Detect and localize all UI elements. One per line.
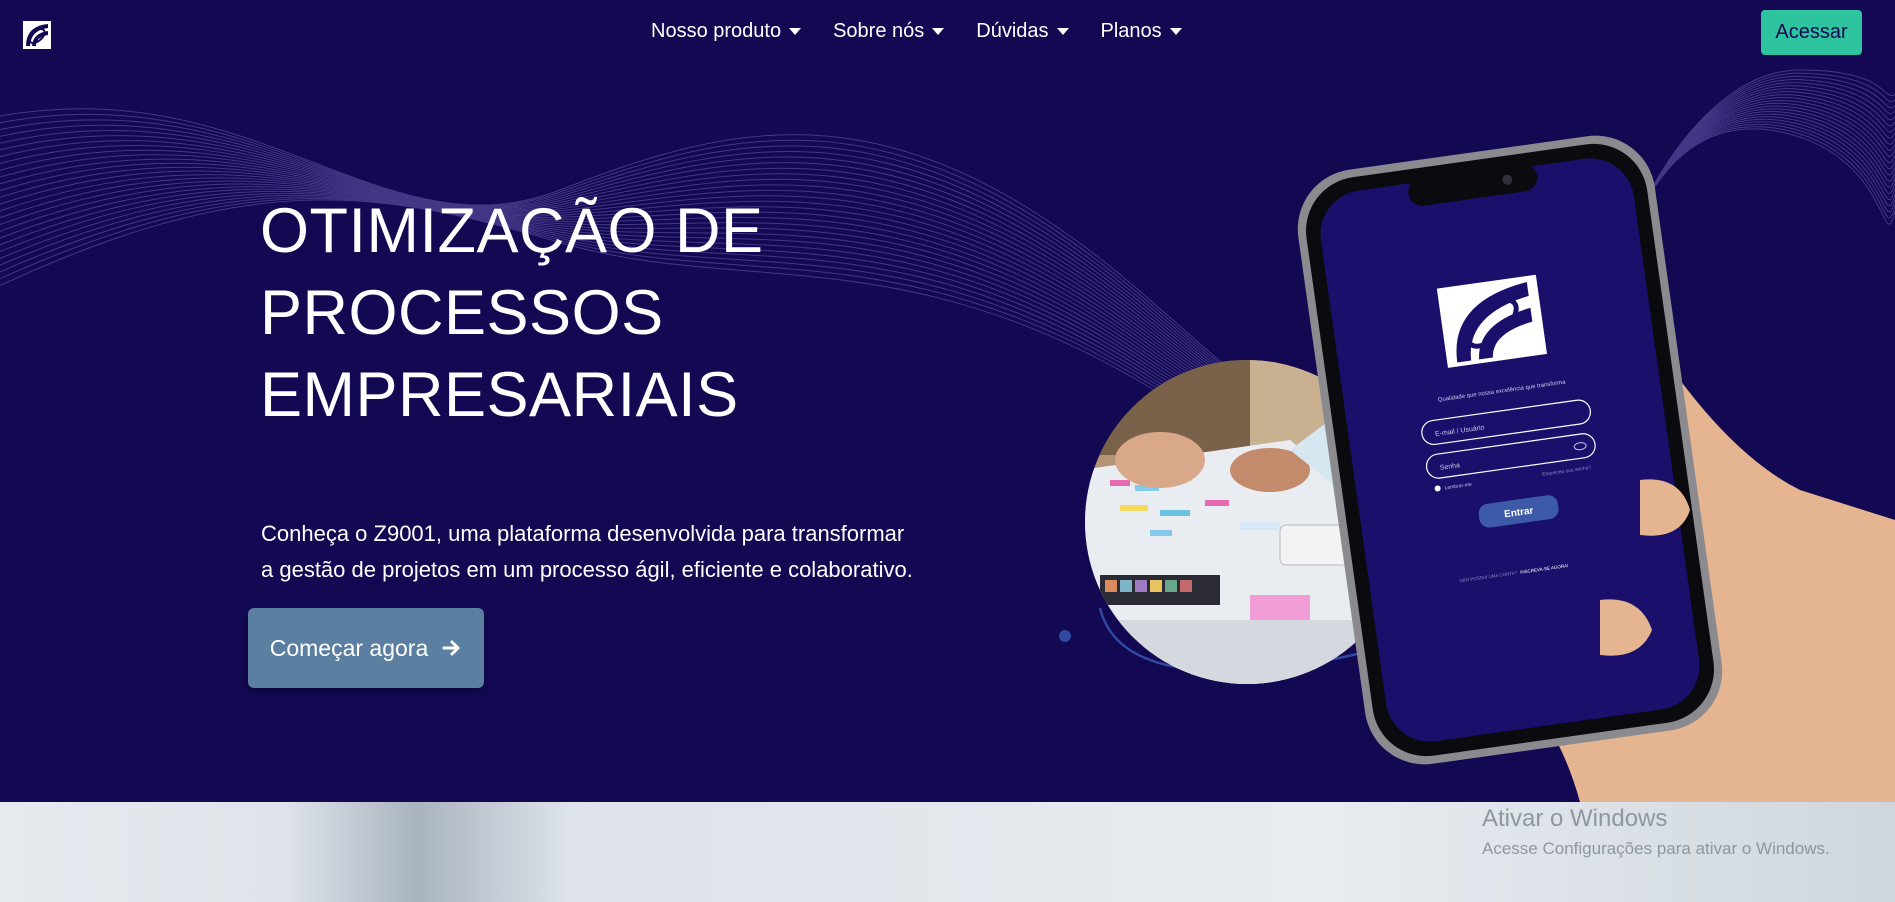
phone-illustration: Qualidade que nossa excelência que trans… [1059,135,1895,802]
login-button[interactable]: Acessar [1761,10,1862,55]
hero-title-line: PROCESSOS [260,278,664,348]
hero-subtitle-line: a gestão de projetos em um processo ágil… [261,557,913,582]
start-now-button[interactable]: Começar agora [248,608,484,688]
z9001-logo-icon[interactable] [22,20,52,50]
hero-title-line: OTIMIZAÇÃO DE [260,196,764,266]
menu-sobre-nos[interactable]: Sobre nós [833,20,945,43]
menu-label: Nosso produto [651,20,782,42]
caret-down-icon [932,28,945,35]
app-logo-icon [1436,274,1547,368]
menu-planos[interactable]: Planos [1101,20,1182,43]
menu-nosso-produto[interactable]: Nosso produto [651,20,802,43]
caret-down-icon [789,28,802,35]
windows-activation-watermark: Ativar o Windows Acesse Configurações pa… [1482,805,1830,859]
caret-down-icon [1056,28,1069,35]
start-now-label: Começar agora [269,634,429,661]
hero-section: Nosso produto Sobre nós Dúvidas Planos A… [0,0,1895,802]
caret-down-icon [1169,28,1182,35]
menu-label: Planos [1100,20,1162,42]
watermark-subtitle: Acesse Configurações para ativar o Windo… [1482,839,1830,858]
arrow-right-icon [442,640,460,656]
main-menu: Nosso produto Sobre nós Dúvidas Planos [651,20,1182,43]
menu-duvidas[interactable]: Dúvidas [976,20,1069,43]
orbit-dot [1059,630,1071,642]
hero-title-line: EMPRESARIAIS [260,360,739,430]
hero-title: OTIMIZAÇÃO DE PROCESSOS EMPRESARIAIS [260,190,880,436]
menu-label: Sobre nós [833,20,925,42]
smartphone: Qualidade que nossa excelência que trans… [1297,135,1723,765]
hero-subtitle-line: Conheça o Z9001, uma plataforma desenvol… [261,521,905,546]
hero-subtitle: Conheça o Z9001, uma plataforma desenvol… [261,516,961,588]
menu-label: Dúvidas [976,20,1049,42]
navbar: Nosso produto Sobre nós Dúvidas Planos A… [0,0,1895,64]
watermark-title: Ativar o Windows [1482,805,1668,832]
